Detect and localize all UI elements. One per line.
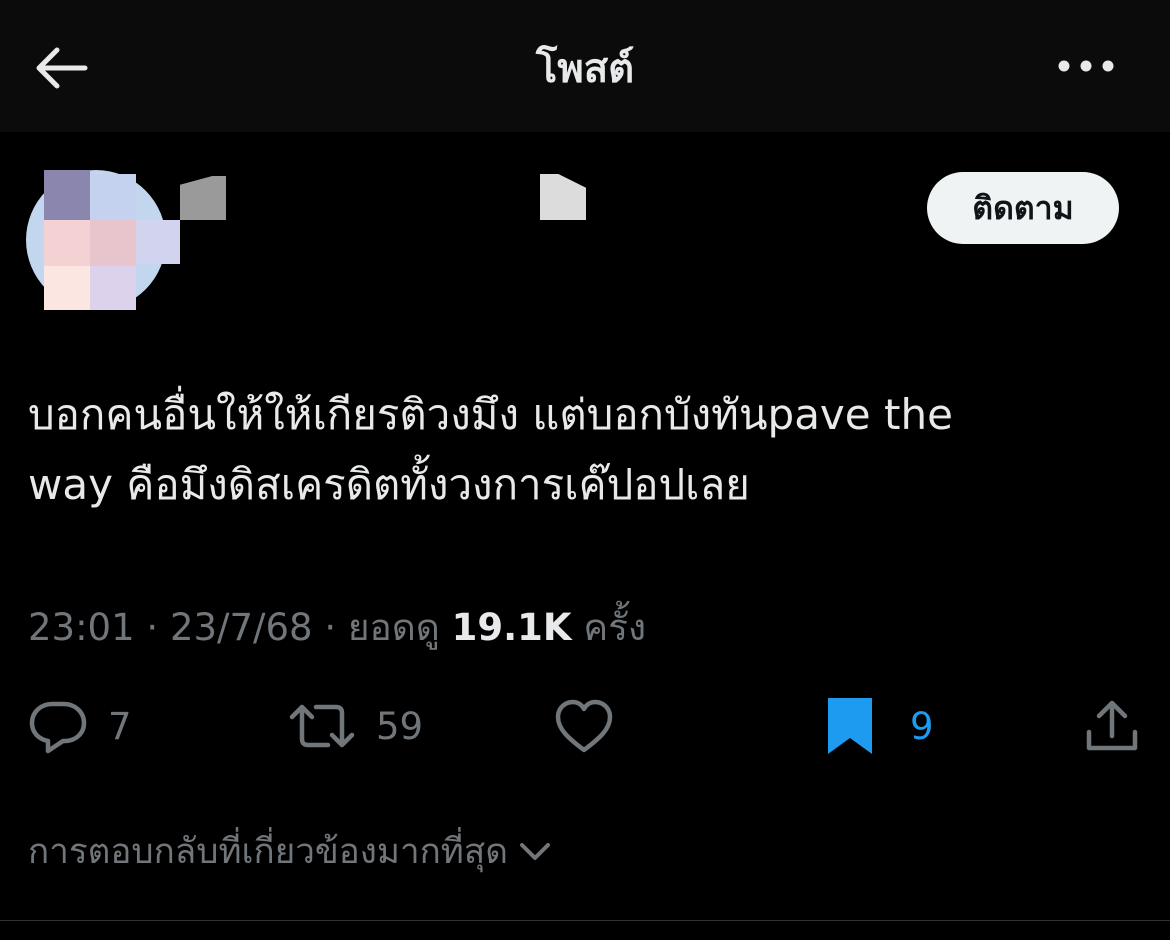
post-date: 23/7/68 [169,606,313,649]
follow-button[interactable]: ติดตาม [927,172,1119,244]
page-title: โพสต์ [535,46,635,92]
share-button[interactable] [1084,692,1140,760]
meta-separator: · [146,606,159,649]
avatar[interactable] [26,170,182,312]
post-time: 23:01 [28,606,135,649]
chevron-down-icon [519,843,550,860]
avatar-pixel [90,220,136,266]
post-metadata: 23:01 · 23/7/68 · ยอดดู 19.1K ครั้ง [28,598,646,657]
post-text: บอกคนอื่นให้ให้เกียรติวงมึง แต่บอกบังทัน… [28,380,1138,520]
reply-icon [29,701,87,754]
meta-separator: · [324,606,337,649]
reply-button[interactable]: 7 [28,692,132,760]
views-label: ยอดดู [347,606,440,649]
post-text-line-2: way คือมึงดิสเครดิตทั้งวงการเค๊ปอปเลย [28,460,750,509]
avatar-pixel [136,220,180,264]
avatar-pixel [90,266,136,310]
bookmark-button[interactable]: 9 [826,692,934,760]
avatar-pixel [44,220,90,266]
divider [0,920,1170,921]
more-options-button[interactable] [1052,44,1120,88]
avatar-pixel [44,170,90,220]
avatar-pixel [44,266,90,310]
reply-count: 7 [108,704,132,748]
bookmark-filled-icon [828,698,872,754]
top-bar: โพสต์ [0,0,1170,132]
more-horizontal-icon [1058,60,1114,72]
replies-sort-label: การตอบกลับที่เกี่ยวข้องมากที่สุด [28,831,508,872]
like-button[interactable] [554,692,634,760]
replies-sort-dropdown[interactable]: การตอบกลับที่เกี่ยวข้องมากที่สุด [28,826,552,876]
views-suffix: ครั้ง [583,606,647,649]
views-count[interactable]: 19.1K [452,606,572,649]
post-text-line-1: บอกคนอื่นให้ให้เกียรติวงมึง แต่บอกบังทัน… [28,390,953,439]
repost-icon [289,704,355,748]
share-icon [1086,700,1138,751]
bookmark-count: 9 [910,704,934,748]
display-name-censored [180,176,226,220]
heart-icon [555,699,613,753]
username-censored [540,174,586,220]
repost-button[interactable]: 59 [288,692,423,760]
repost-count: 59 [376,704,424,748]
avatar-pixel [90,174,136,220]
